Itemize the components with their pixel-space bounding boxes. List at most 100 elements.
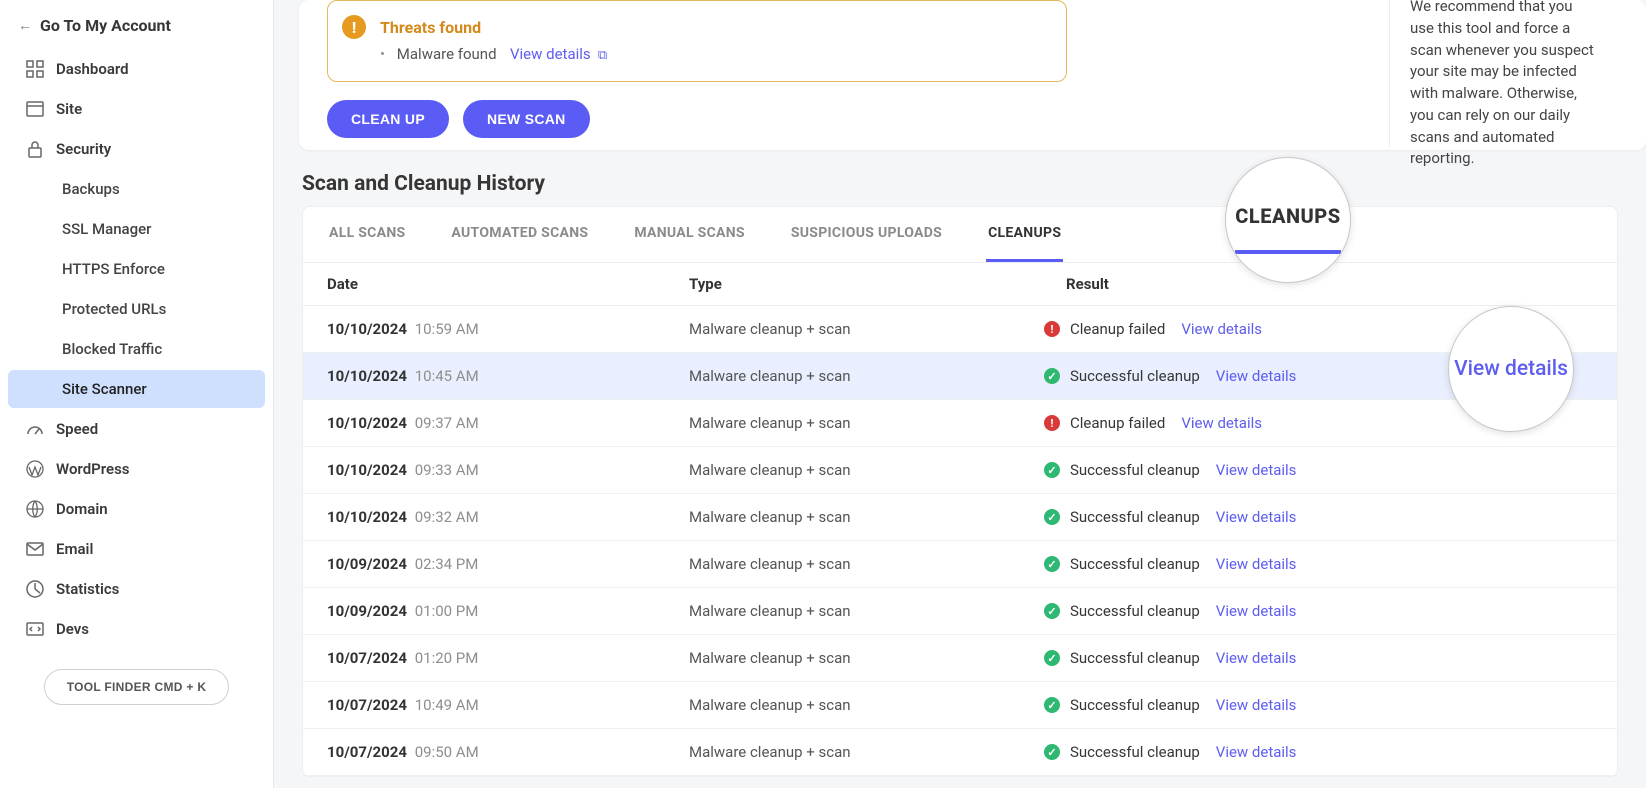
sidebar-sub-label: SSL Manager bbox=[62, 220, 151, 238]
clean-up-button[interactable]: CLEAN UP bbox=[327, 100, 449, 138]
date-value: 10/10/2024 bbox=[327, 461, 407, 479]
history-table-body: 10/10/2024 10:59 AMMalware cleanup + sca… bbox=[303, 306, 1617, 776]
cell-type: Malware cleanup + scan bbox=[689, 743, 1044, 761]
view-details-link[interactable]: View details bbox=[1216, 696, 1297, 714]
cell-type: Malware cleanup + scan bbox=[689, 649, 1044, 667]
sidebar-item-security[interactable]: Security bbox=[8, 130, 265, 168]
tab-suspicious-uploads[interactable]: SUSPICIOUS UPLOADS bbox=[789, 207, 944, 262]
tool-finder-label: TOOL FINDER CMD + K bbox=[67, 680, 207, 694]
date-value: 10/10/2024 bbox=[327, 367, 407, 385]
tab-cleanups[interactable]: CLEANUPS bbox=[986, 207, 1063, 262]
history-card: ALL SCANS AUTOMATED SCANS MANUAL SCANS S… bbox=[302, 206, 1618, 777]
new-scan-button[interactable]: NEW SCAN bbox=[463, 100, 590, 138]
sidebar-item-domain[interactable]: Domain bbox=[8, 490, 265, 528]
view-details-link[interactable]: View details bbox=[1181, 414, 1262, 432]
sidebar-item-label: Email bbox=[56, 540, 93, 558]
col-header-result: Result bbox=[1044, 275, 1593, 293]
cell-date: 10/10/2024 10:59 AM bbox=[327, 320, 689, 338]
history-table-header: Date Type Result bbox=[303, 263, 1617, 306]
dashboard-icon bbox=[26, 60, 44, 78]
view-details-link[interactable]: View details bbox=[1216, 743, 1297, 761]
sidebar-sub-label: Site Scanner bbox=[62, 380, 147, 398]
check-circle-icon: ✓ bbox=[1044, 603, 1060, 619]
date-value: 10/07/2024 bbox=[327, 743, 407, 761]
threat-view-details-link[interactable]: View details ⧉ bbox=[510, 45, 607, 63]
cell-result: ✓Successful cleanupView details bbox=[1044, 743, 1593, 761]
go-to-my-account-link[interactable]: ← Go To My Account bbox=[0, 8, 273, 49]
magnifier-cleanups-tab: CLEANUPS bbox=[1225, 157, 1351, 283]
time-value: 09:32 AM bbox=[411, 508, 479, 526]
sidebar-item-statistics[interactable]: Statistics bbox=[8, 570, 265, 608]
status-text: Successful cleanup bbox=[1070, 696, 1200, 714]
lock-icon bbox=[26, 140, 44, 158]
cell-type: Malware cleanup + scan bbox=[689, 320, 1044, 338]
sidebar-item-label: Site bbox=[56, 100, 82, 118]
sidebar-item-dashboard[interactable]: Dashboard bbox=[8, 50, 265, 88]
cell-result: ✓Successful cleanupView details bbox=[1044, 555, 1593, 573]
view-details-link[interactable]: View details bbox=[1181, 320, 1262, 338]
view-details-link[interactable]: View details bbox=[1216, 461, 1297, 479]
sidebar-item-site[interactable]: Site bbox=[8, 90, 265, 128]
sidebar-sub-label: Blocked Traffic bbox=[62, 340, 162, 358]
view-details-link[interactable]: View details bbox=[1216, 508, 1297, 526]
check-circle-icon: ✓ bbox=[1044, 650, 1060, 666]
cell-type: Malware cleanup + scan bbox=[689, 508, 1044, 526]
magnifier-tab-label: CLEANUPS bbox=[1235, 204, 1340, 254]
date-value: 10/09/2024 bbox=[327, 602, 407, 620]
sidebar-sub-blocked-traffic[interactable]: Blocked Traffic bbox=[8, 330, 265, 368]
sidebar-sub-label: HTTPS Enforce bbox=[62, 260, 165, 278]
time-value: 10:59 AM bbox=[411, 320, 479, 338]
view-details-link[interactable]: View details bbox=[1216, 602, 1297, 620]
stats-icon bbox=[26, 580, 44, 598]
sidebar-sub-https-enforce[interactable]: HTTPS Enforce bbox=[8, 250, 265, 288]
mail-icon bbox=[26, 540, 44, 558]
date-value: 10/10/2024 bbox=[327, 414, 407, 432]
status-text: Successful cleanup bbox=[1070, 649, 1200, 667]
cell-result: ✓ Successful cleanup View details bbox=[1044, 696, 1593, 714]
date-value: 10/09/2024 bbox=[327, 555, 407, 573]
sidebar-item-label: Devs bbox=[56, 620, 89, 638]
table-row: 10/10/2024 10:59 AMMalware cleanup + sca… bbox=[303, 306, 1617, 353]
sidebar-sub-site-scanner[interactable]: Site Scanner bbox=[8, 370, 265, 408]
globe-icon bbox=[26, 500, 44, 518]
check-circle-icon: ✓ bbox=[1044, 556, 1060, 572]
cell-type: Malware cleanup + scan bbox=[689, 555, 1044, 573]
status-text: Successful cleanup bbox=[1070, 743, 1200, 761]
table-row: 10/09/2024 01:00 PMMalware cleanup + sca… bbox=[303, 588, 1617, 635]
table-row: 10/07/2024 01:20 PMMalware cleanup + sca… bbox=[303, 635, 1617, 682]
sidebar-item-speed[interactable]: Speed bbox=[8, 410, 265, 448]
tab-all-scans[interactable]: ALL SCANS bbox=[327, 207, 407, 262]
date-value: 10/10/2024 bbox=[327, 508, 407, 526]
time-value: 10:49 AM bbox=[411, 696, 479, 714]
external-link-icon: ⧉ bbox=[595, 48, 608, 63]
tab-automated-scans[interactable]: AUTOMATED SCANS bbox=[449, 207, 590, 262]
cell-date: 10/10/2024 09:37 AM bbox=[327, 414, 689, 432]
error-circle-icon: ! bbox=[1044, 415, 1060, 431]
view-details-link[interactable]: View details bbox=[1216, 367, 1297, 385]
sidebar-sub-ssl-manager[interactable]: SSL Manager bbox=[8, 210, 265, 248]
cell-result: ✓Successful cleanupView details bbox=[1044, 602, 1593, 620]
status-text: Successful cleanup bbox=[1070, 508, 1200, 526]
sidebar-item-wordpress[interactable]: WordPress bbox=[8, 450, 265, 488]
devs-icon bbox=[26, 620, 44, 638]
sidebar-item-label: Statistics bbox=[56, 580, 119, 598]
sidebar-item-devs[interactable]: Devs bbox=[8, 610, 265, 648]
cell-result: ✓Successful cleanupView details bbox=[1044, 508, 1593, 526]
sidebar-sub-protected-urls[interactable]: Protected URLs bbox=[8, 290, 265, 328]
cell-result: ✓Successful cleanupView details bbox=[1044, 461, 1593, 479]
check-circle-icon: ✓ bbox=[1044, 462, 1060, 478]
sidebar-item-email[interactable]: Email bbox=[8, 530, 265, 568]
tool-finder-button[interactable]: TOOL FINDER CMD + K bbox=[44, 669, 230, 705]
view-details-link[interactable]: View details bbox=[1216, 649, 1297, 667]
wordpress-icon bbox=[26, 460, 44, 478]
cell-date: 10/10/2024 10:45 AM bbox=[327, 367, 689, 385]
tab-manual-scans[interactable]: MANUAL SCANS bbox=[632, 207, 747, 262]
sidebar-sub-backups[interactable]: Backups bbox=[8, 170, 265, 208]
check-circle-icon: ✓ bbox=[1044, 697, 1060, 713]
cell-type: Malware cleanup + scan bbox=[689, 367, 1044, 385]
main-content: ! Threats found • Malware found View det… bbox=[274, 0, 1646, 788]
time-value: 01:00 PM bbox=[411, 602, 478, 620]
date-value: 10/07/2024 bbox=[327, 696, 407, 714]
table-row: 10/07/2024 09:50 AMMalware cleanup + sca… bbox=[303, 729, 1617, 776]
view-details-link[interactable]: View details bbox=[1216, 555, 1297, 573]
